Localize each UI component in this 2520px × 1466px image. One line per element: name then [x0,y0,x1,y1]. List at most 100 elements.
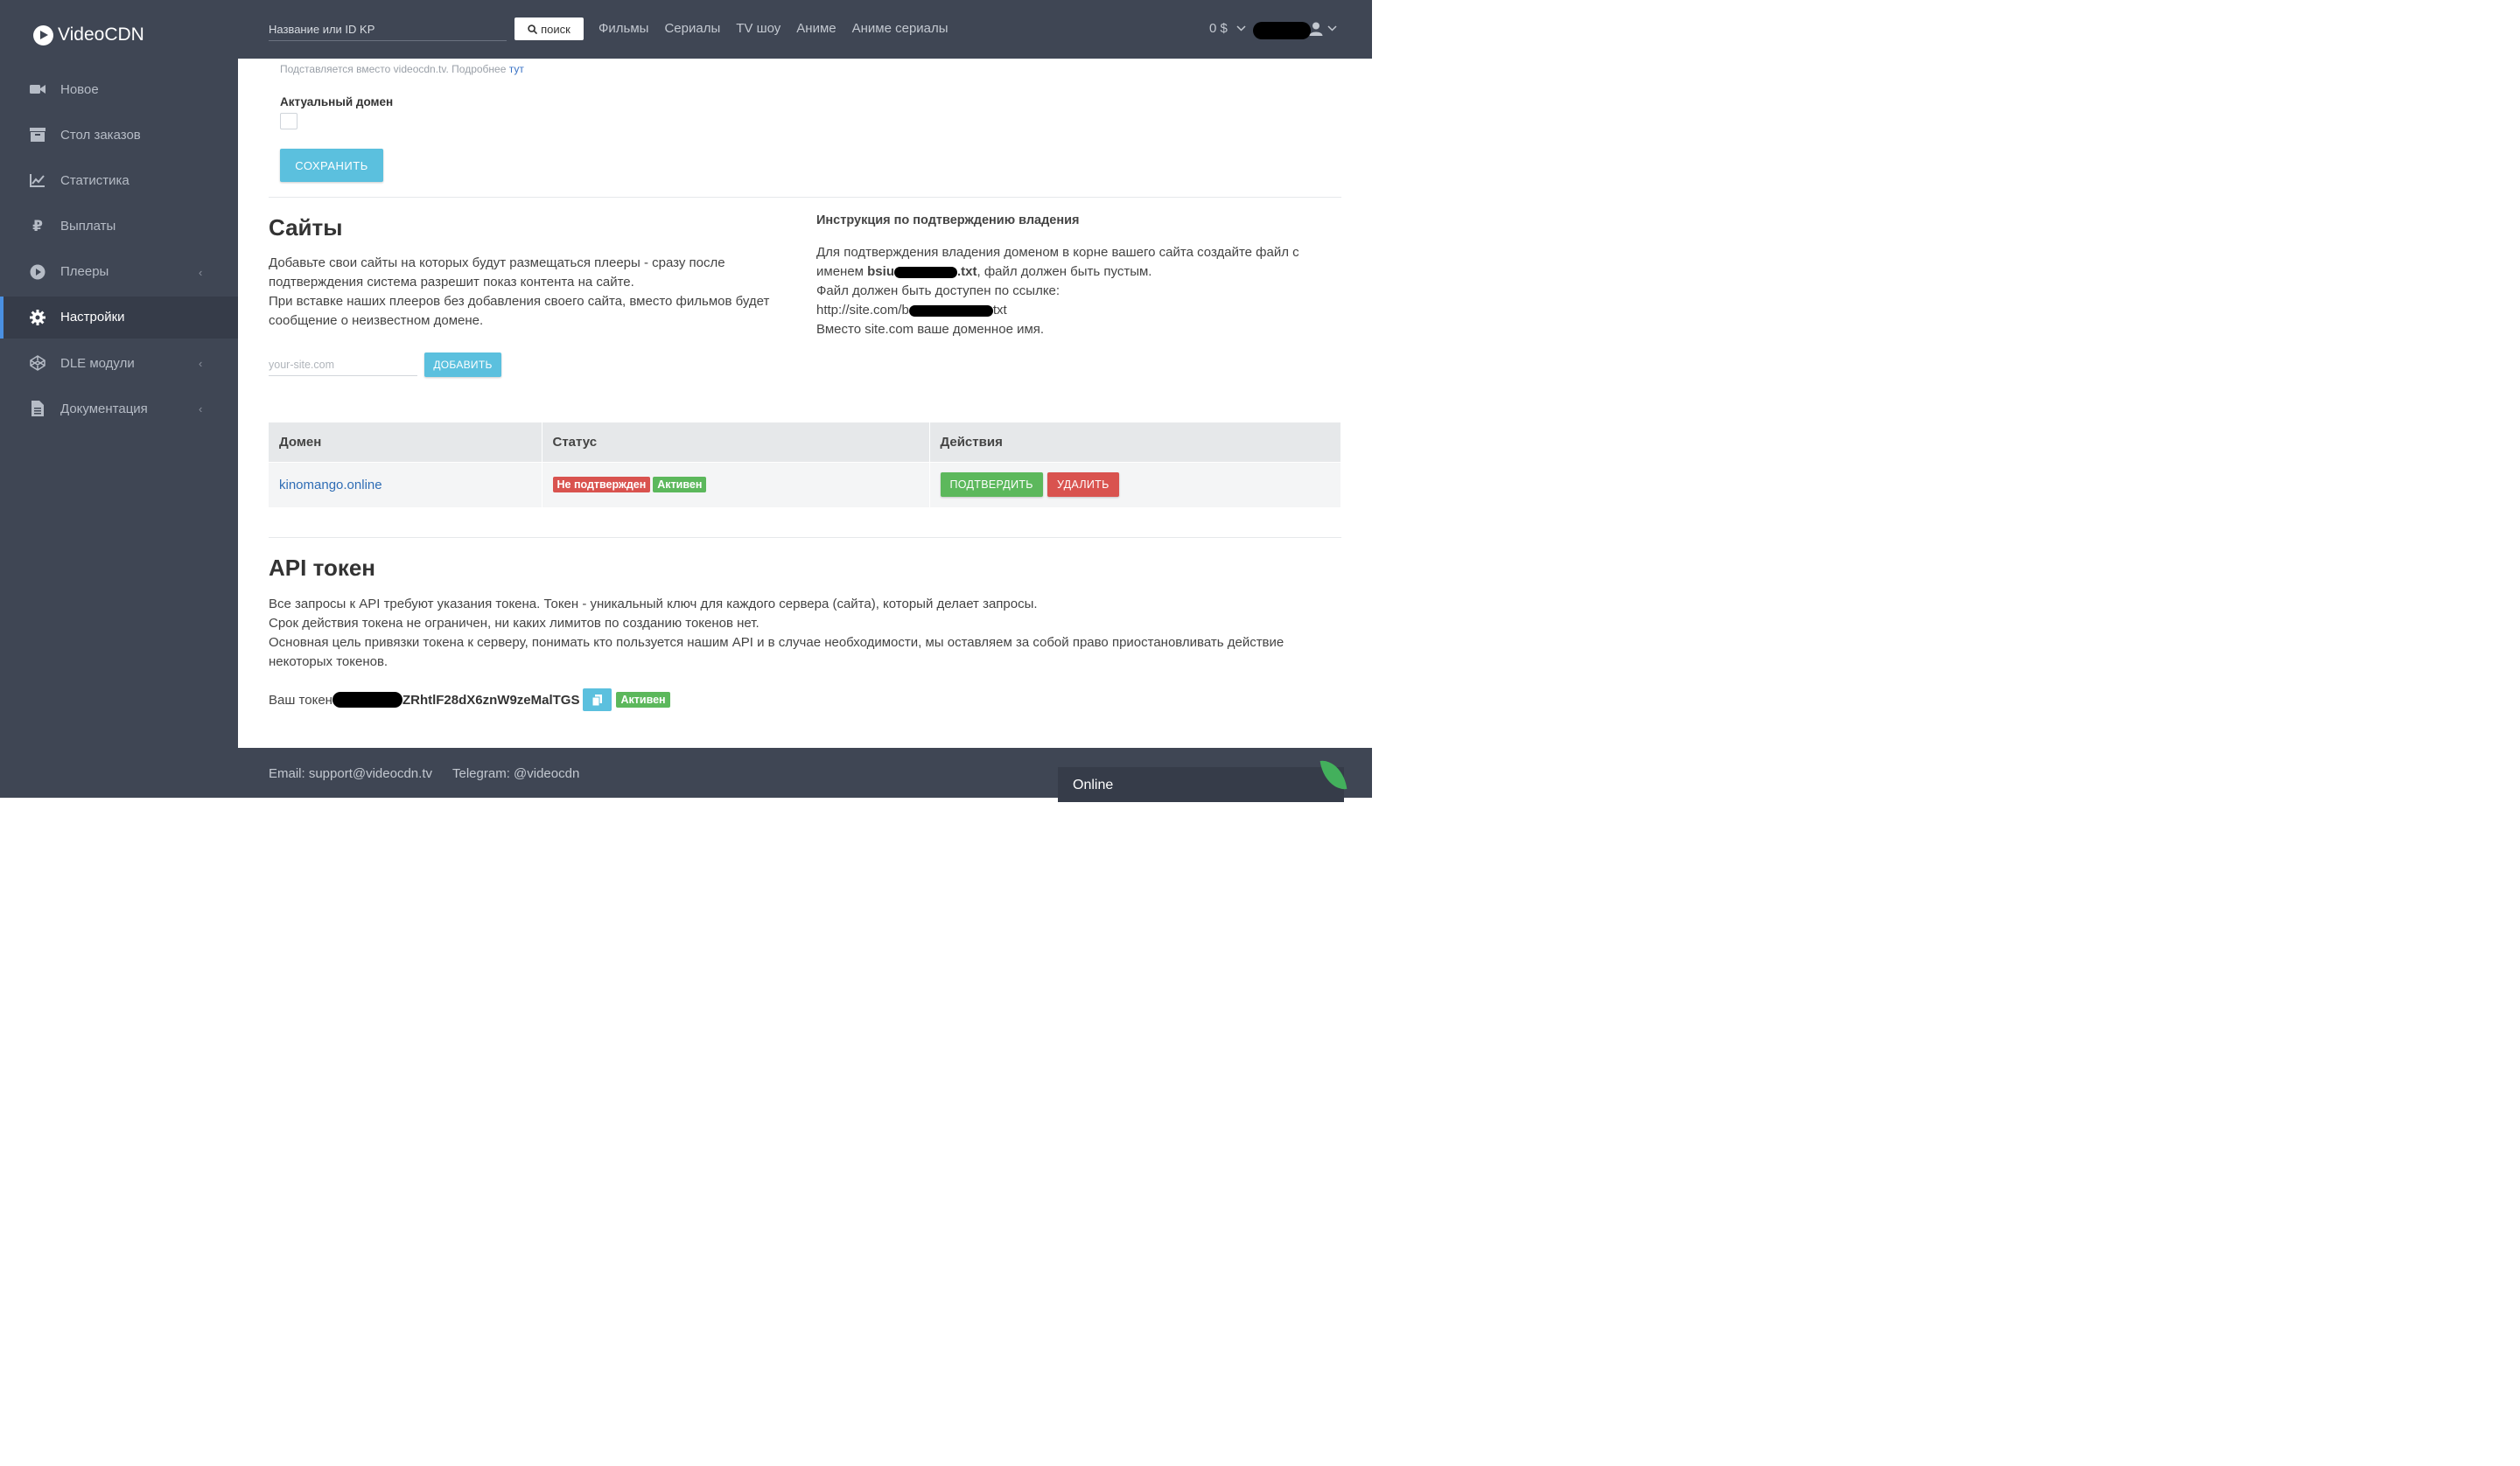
instructions-line-1: Для подтверждения владения доменом в кор… [816,243,1333,282]
instructions-line-2: Файл должен быть доступен по ссылке: [816,283,1060,298]
top-nav-anime[interactable]: Аниме [796,21,836,36]
add-site-button[interactable]: ДОБАВИТЬ [424,353,501,377]
token-value: ZRhtlF28dX6znW9zeMalTGS [402,692,580,708]
table-header-row: Домен Статус Действия [269,422,1341,462]
api-desc-1: Все запросы к API требуют указания токен… [269,597,1038,611]
online-chat-label: Online [1073,778,1114,792]
top-nav-series[interactable]: Сериалы [664,21,720,36]
document-icon [30,401,46,417]
column-header-domain: Домен [269,422,542,462]
column-header-actions: Действия [929,422,1341,462]
sidebar-item-players[interactable]: Плееры ‹ [0,251,238,293]
search-button[interactable]: поиск [514,17,584,40]
sidebar-item-label: Статистика [60,172,130,188]
line-chart-icon [30,172,46,188]
domain-hint: Подставляется вместо videocdn.tv. Подроб… [280,63,524,75]
section-divider [269,197,1341,198]
main-content: Подставляется вместо videocdn.tv. Подроб… [238,59,1372,748]
redacted-username [1253,22,1311,39]
sites-table: Домен Статус Действия kinomango.online Н… [269,422,1341,507]
sidebar-item-label: Документация [60,401,148,416]
hint-more-link[interactable]: тут [509,63,524,75]
sidebar-item-label: Настройки [60,310,125,325]
copy-token-button[interactable] [583,688,612,711]
gear-icon [30,309,46,325]
sidebar-item-dle-modules[interactable]: DLE модули ‹ [0,342,238,384]
redacted-filename [893,266,957,278]
sidebar-item-settings[interactable]: Настройки [0,296,238,339]
top-header: поиск Фильмы Сериалы TV шоу Аниме Аниме … [238,0,1372,59]
save-button[interactable]: СОХРАНИТЬ [280,149,383,182]
top-nav-tv-shows[interactable]: TV шоу [736,21,780,36]
sidebar-item-stats[interactable]: Статистика [0,159,238,201]
domain-hint-text: Подставляется вместо videocdn.tv. Подроб… [280,63,509,75]
search-input[interactable] [269,17,507,41]
footer-email[interactable]: Email: support@videocdn.tv [269,766,432,781]
sites-desc-1: Добавьте свои сайты на которых будут раз… [269,255,725,290]
file-name-suffix: .txt [956,264,977,279]
token-label: Ваш токен [269,692,332,708]
status-badge-unconfirmed: Не подтвержден [552,477,651,493]
sidebar-nav: Новое Стол заказов Статистика ₽ Выплаты … [0,68,238,434]
chevron-down-icon[interactable] [1327,24,1337,34]
sidebar-item-payouts[interactable]: ₽ Выплаты [0,206,238,248]
sidebar-item-label: Выплаты [60,219,116,234]
instructions-line-3: http://site.com/b txt [816,301,1333,320]
sites-desc-2: При вставке наших плееров без добавления… [269,294,770,328]
footer-telegram[interactable]: Telegram: @videocdn [452,766,579,781]
sidebar-item-docs[interactable]: Документация ‹ [0,387,238,429]
column-header-status: Статус [542,422,930,462]
status-cell: Не подтвержден Активен [542,461,930,507]
sidebar-item-orders[interactable]: Стол заказов [0,114,238,156]
site-domain-input[interactable] [269,353,417,376]
top-nav-anime-series[interactable]: Аниме сериалы [852,21,948,36]
redacted-token [332,692,402,708]
url-suffix: txt [992,303,1007,318]
sidebar-item-label: DLE модули [60,355,135,371]
logo[interactable]: VideoCDN [33,24,144,45]
token-status-badge: Активен [616,692,670,708]
file-name-prefix: bsiu [867,264,894,279]
actions-cell: ПОДТВЕРДИТЬ УДАЛИТЬ [929,461,1341,507]
sites-description: Добавьте свои сайты на которых будут раз… [269,254,794,331]
domain-link[interactable]: kinomango.online [279,478,382,492]
api-desc-2: Срок действия токена не ограничен, ни ка… [269,616,760,631]
chevron-left-icon: ‹ [199,265,203,279]
actual-domain-label: Актуальный домен [280,95,394,108]
api-token-title: API токен [269,555,376,581]
footer: Email: support@videocdn.tv Telegram: @vi… [238,748,1372,802]
api-description: Все запросы к API требуют указания токен… [269,595,1341,672]
sidebar: VideoCDN Новое Стол заказов Статистика ₽… [0,0,238,798]
ruble-icon: ₽ [32,217,43,234]
sites-title: Сайты [269,214,343,241]
balance[interactable]: 0 $ [1209,21,1228,36]
copy-icon [592,694,603,706]
delete-button[interactable]: УДАЛИТЬ [1046,472,1119,498]
sidebar-item-label: Плееры [60,264,109,280]
search-button-label: поиск [541,22,570,36]
top-nav-movies[interactable]: Фильмы [598,21,648,36]
instructions-text-part: , файл должен быть пустым. [976,264,1152,279]
domain-cell: kinomango.online [269,461,542,507]
token-row: Ваш токен ZRhtlF28dX6znW9zeMalTGS Активе… [269,688,673,711]
play-logo-icon [33,24,53,45]
api-desc-3: Основная цель привязки токена к серверу,… [269,635,1284,669]
url-prefix: http://site.com/b [816,303,909,318]
sidebar-item-new[interactable]: Новое [0,68,238,110]
instructions-text: Для подтверждения владения доменом в кор… [816,243,1333,339]
confirm-button[interactable]: ПОДТВЕРДИТЬ [940,472,1043,498]
chevron-left-icon: ‹ [199,402,203,416]
sidebar-item-label: Новое [60,81,99,97]
section-divider [269,537,1341,538]
table-row: kinomango.online Не подтвержден Активен П… [269,461,1341,507]
codepen-icon [30,355,46,372]
online-chat-widget[interactable]: Online [1058,767,1344,802]
search-icon [528,24,538,34]
user-icon[interactable] [1309,22,1323,36]
top-nav: Фильмы Сериалы TV шоу Аниме Аниме сериал… [598,21,948,36]
status-badge-active: Активен [653,477,707,493]
chevron-down-icon[interactable] [1236,24,1246,34]
actual-domain-checkbox[interactable] [280,113,298,129]
instructions-line-4: Вместо site.com ваше доменное имя. [816,322,1045,337]
archive-box-icon [30,127,46,143]
